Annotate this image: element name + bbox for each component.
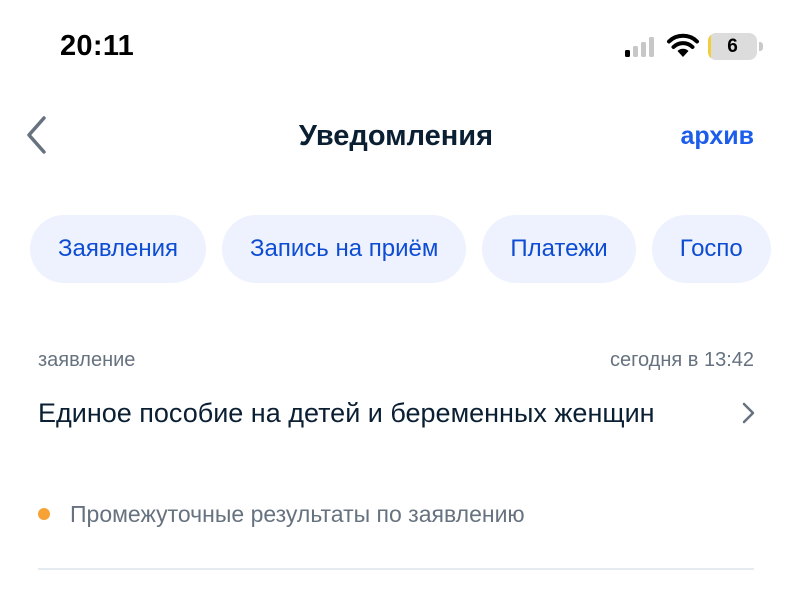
wifi-icon: [667, 33, 699, 57]
status-bar: 20:11 6: [0, 0, 792, 95]
archive-link[interactable]: архив: [681, 122, 755, 151]
status-dot: [38, 508, 50, 520]
battery-icon: 6: [708, 33, 764, 60]
filter-chips: Заявления Запись на приём Платежи Госпо: [30, 215, 792, 285]
chip-gosposhlina[interactable]: Госпо: [651, 215, 771, 283]
notification-time: сегодня в 13:42: [610, 349, 754, 371]
page-title: Уведомления: [298, 120, 494, 152]
chip-appointments[interactable]: Запись на приём: [222, 215, 467, 283]
chevron-right-icon: [742, 402, 755, 424]
notification-title: Единое пособие на детей и беременных жен…: [38, 398, 655, 428]
navigation-bar: Уведомления архив: [0, 100, 792, 170]
status-time: 20:11: [60, 30, 135, 62]
divider: [38, 568, 754, 570]
battery-cap: [759, 42, 763, 51]
cellular-signal-icon: [625, 37, 654, 57]
chip-payments[interactable]: Платежи: [482, 215, 636, 283]
status-text: Промежуточные результаты по заявлению: [70, 501, 525, 527]
chip-applications[interactable]: Заявления: [30, 215, 207, 283]
notification-type: заявление: [38, 349, 136, 371]
battery-level: 6: [727, 36, 738, 57]
battery-body: 6: [708, 33, 757, 60]
